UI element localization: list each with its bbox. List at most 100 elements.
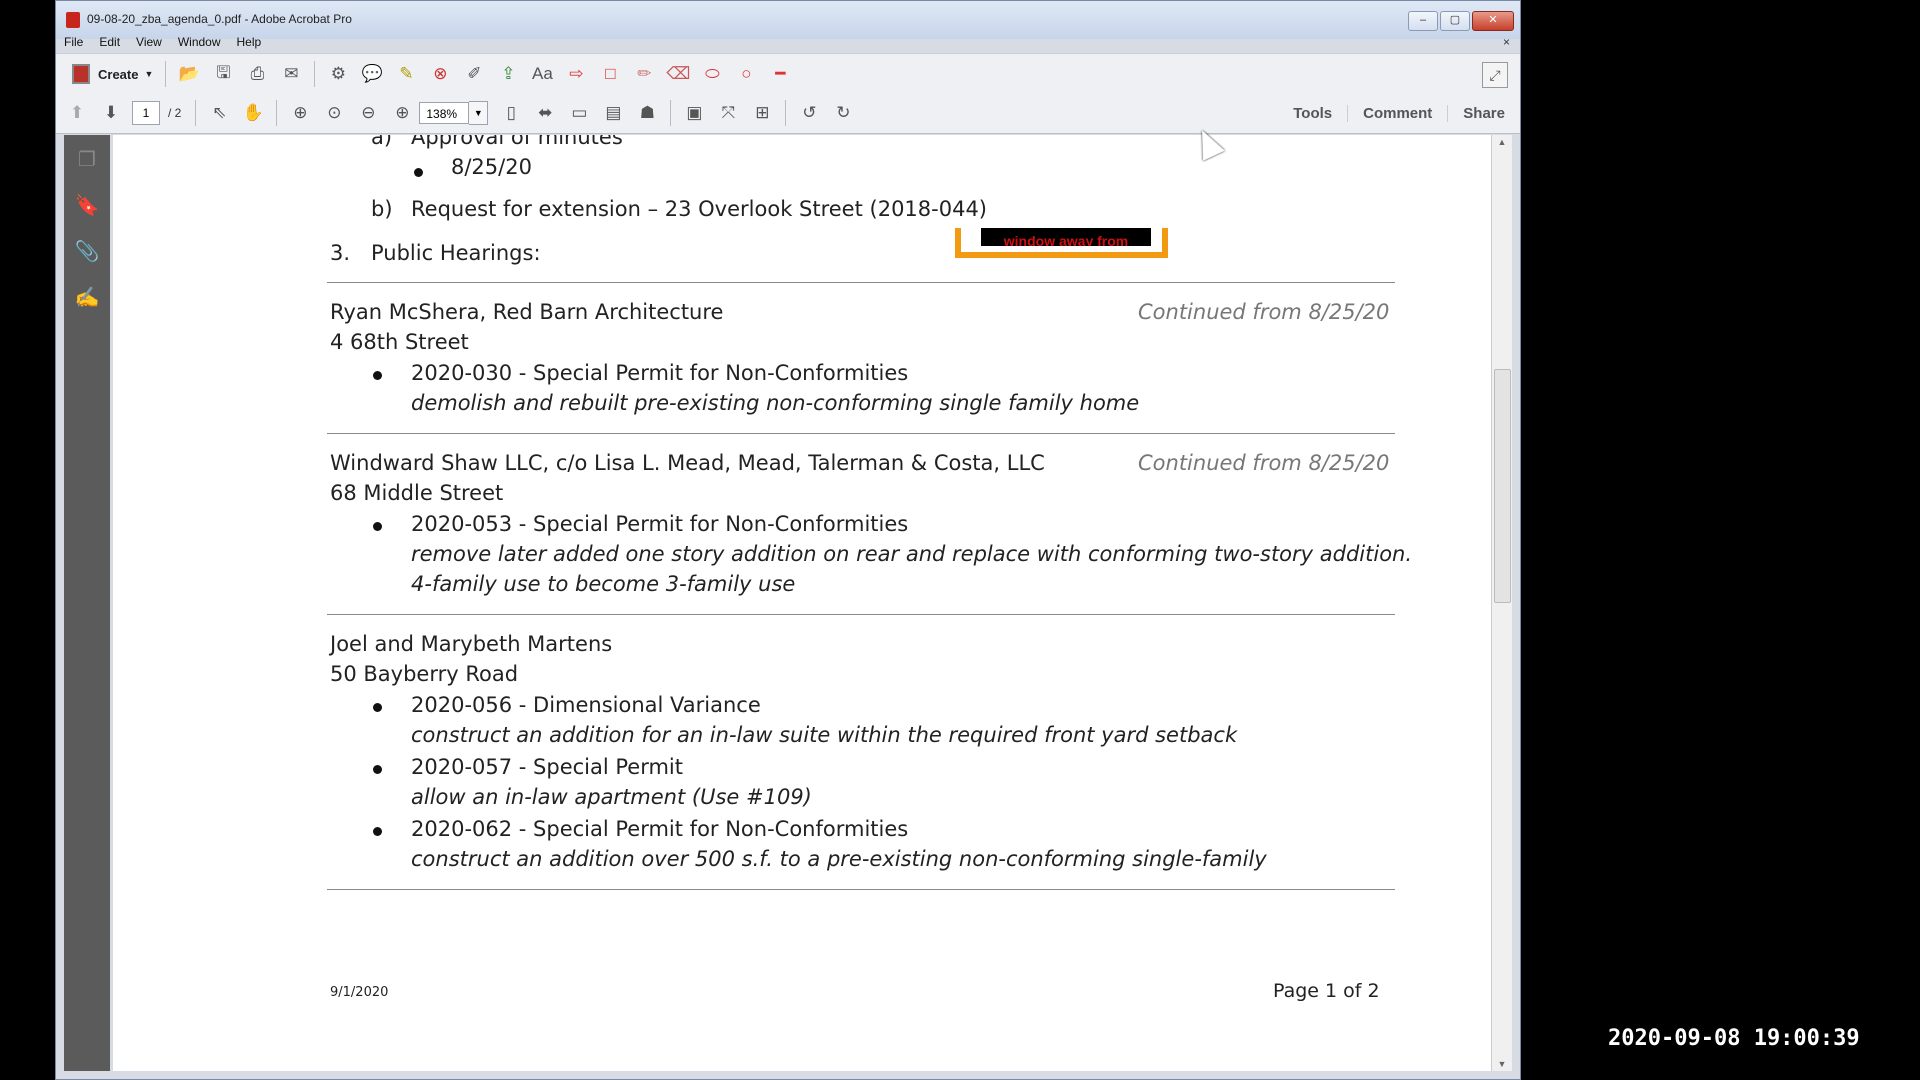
toolbar-separator (785, 100, 787, 126)
applicant-address: 4 68th Street (330, 330, 469, 354)
expand-icon[interactable]: ⤢ (1482, 62, 1508, 88)
case-description: construct an addition for an in-law suit… (411, 723, 1238, 747)
fit-width-icon[interactable]: ⬌ (532, 100, 558, 126)
close-document-button[interactable]: × (1503, 35, 1510, 49)
fit-visible-icon[interactable]: ▤ (600, 100, 626, 126)
applicant-address: 68 Middle Street (330, 481, 504, 505)
actual-size-icon[interactable]: ▯ (498, 100, 524, 126)
bookmarks-icon[interactable]: 🔖 (74, 193, 100, 219)
read-mode-icon[interactable]: ☗ (634, 100, 660, 126)
scroll-up-arrow-icon[interactable]: ▲ (1492, 137, 1512, 147)
highlight-icon[interactable]: ✎ (393, 61, 419, 87)
agenda-item-a-label: a) (371, 135, 393, 149)
text-tool-icon[interactable]: Aa (529, 61, 555, 87)
create-label: Create (98, 66, 139, 82)
pencil-tool-icon[interactable]: ✏ (631, 61, 657, 87)
attach-icon[interactable]: ⇪ (495, 61, 521, 87)
arrow-tool-icon[interactable]: ⇨ (563, 61, 589, 87)
settings-gear-icon[interactable]: ⚙ (325, 61, 351, 87)
cloud-tool-icon[interactable]: ⬭ (699, 61, 725, 87)
footer-date: 9/1/2020 (330, 985, 389, 1000)
vertical-scrollbar[interactable]: ▲ ▼ (1491, 135, 1512, 1071)
hand-tool-icon[interactable]: ✋ (240, 100, 266, 126)
page-total: / 2 (168, 106, 182, 120)
navigation-toolbar: ⬆ ⬇ 1 / 2 ⇖ ✋ ⊕ ⊙ ⊖ ⊕ 138% ▼ ▯ ⬌ ▭ ▤ ☗ ▣… (56, 93, 1520, 134)
case-description: construct an addition over 500 s.f. to a… (411, 847, 1267, 871)
video-timestamp: 2020-09-08 19:00:39 (1608, 1026, 1860, 1051)
share-link[interactable]: Share (1447, 104, 1520, 122)
case-description: allow an in-law apartment (Use #109) (411, 785, 812, 809)
maximize-button[interactable]: ▢ (1440, 11, 1470, 31)
bullet (373, 765, 382, 774)
scroll-down-arrow-icon[interactable]: ▼ (1492, 1059, 1512, 1069)
split-view-icon[interactable]: ⊞ (749, 100, 775, 126)
footer-page-number: Page 1 of 2 (1273, 980, 1380, 1002)
marquee-zoom-icon[interactable]: ⊕ (287, 100, 313, 126)
single-page-icon[interactable]: ▣ (681, 100, 707, 126)
rotate-counterclockwise-icon[interactable]: ↺ (796, 100, 822, 126)
delete-page-icon[interactable]: ⊗ (427, 61, 453, 87)
select-cursor-icon[interactable]: ⇖ (206, 100, 232, 126)
zoom-level-input[interactable]: 138% (419, 102, 470, 124)
acrobat-app-icon (66, 12, 80, 28)
page-thumbnails-icon[interactable]: ❐ (74, 147, 100, 173)
pdf-page[interactable]: a) Approval of minutes 8/25/20 b) Reques… (113, 135, 1493, 1071)
rotate-clockwise-icon[interactable]: ↻ (830, 100, 856, 126)
applicant-address: 50 Bayberry Road (330, 662, 519, 686)
minimize-button[interactable]: – (1408, 11, 1438, 31)
oval-tool-icon[interactable]: ○ (733, 61, 759, 87)
divider (327, 889, 1395, 890)
acrobat-window: 09-08-20_zba_agenda_0.pdf - Adobe Acroba… (55, 0, 1521, 1080)
zoom-dropdown-chevron-icon[interactable]: ▼ (469, 101, 489, 125)
edit-page-icon[interactable]: ✐ (461, 61, 487, 87)
menu-edit[interactable]: Edit (91, 35, 128, 49)
bullet (373, 703, 382, 712)
agenda-item-b-label: b) (371, 197, 393, 221)
bullet (373, 522, 382, 531)
zoom-in-icon[interactable]: ⊕ (389, 100, 415, 126)
toolbar-separator (195, 100, 197, 126)
create-button[interactable]: Create ▼ (66, 62, 159, 86)
bullet (414, 168, 423, 177)
eraser-tool-icon[interactable]: ⌫ (665, 61, 691, 87)
menu-bar: File Edit View Window Help × (56, 31, 1520, 53)
rectangle-tool-icon[interactable]: □ (597, 61, 623, 87)
menu-file[interactable]: File (56, 35, 91, 49)
page-number-input[interactable]: 1 (132, 101, 160, 125)
full-screen-icon[interactable]: ⤧ (715, 100, 741, 126)
dynamic-zoom-icon[interactable]: ⊙ (321, 100, 347, 126)
next-page-icon[interactable]: ⬇ (98, 100, 124, 126)
save-icon[interactable]: 🖫 (210, 61, 236, 87)
applicant-name: Joel and Marybeth Martens (330, 632, 613, 656)
open-folder-icon[interactable]: 📂 (176, 61, 202, 87)
signatures-icon[interactable]: ✍ (74, 285, 100, 311)
overlay-text: window away from (981, 228, 1151, 246)
tools-link[interactable]: Tools (1278, 105, 1347, 122)
print-icon[interactable]: ⎙ (244, 61, 270, 87)
line-tool-icon[interactable]: ━ (767, 61, 793, 87)
continued-note: Continued from 8/25/20 (1138, 451, 1390, 475)
agenda-item-b-text: Request for extension – 23 Overlook Stre… (411, 197, 988, 221)
attachments-paperclip-icon[interactable]: 📎 (74, 239, 100, 265)
email-icon[interactable]: ✉ (278, 61, 304, 87)
case-title: 2020-056 - Dimensional Variance (411, 693, 761, 717)
agenda-item-a-text: Approval of minutes (411, 135, 623, 149)
menu-view[interactable]: View (128, 35, 170, 49)
navigation-pane: ❐ 🔖 📎 ✍ (64, 135, 110, 1071)
toolbar-separator (314, 61, 316, 87)
chevron-down-icon: ▼ (144, 69, 154, 79)
close-button[interactable]: ✕ (1472, 11, 1514, 31)
case-description: remove later added one story addition on… (411, 542, 1413, 566)
divider (327, 282, 1395, 283)
menu-window[interactable]: Window (170, 35, 229, 49)
applicant-name: Windward Shaw LLC, c/o Lisa L. Mead, Mea… (330, 451, 1045, 475)
scrollbar-thumb[interactable] (1494, 369, 1511, 603)
previous-page-icon[interactable]: ⬆ (64, 100, 90, 126)
bullet (373, 371, 382, 380)
menu-help[interactable]: Help (229, 35, 270, 49)
comment-bubble-icon[interactable]: 💬 (359, 61, 385, 87)
comment-link[interactable]: Comment (1347, 104, 1447, 122)
fit-page-icon[interactable]: ▭ (566, 100, 592, 126)
bullet (373, 827, 382, 836)
zoom-out-icon[interactable]: ⊖ (355, 100, 381, 126)
